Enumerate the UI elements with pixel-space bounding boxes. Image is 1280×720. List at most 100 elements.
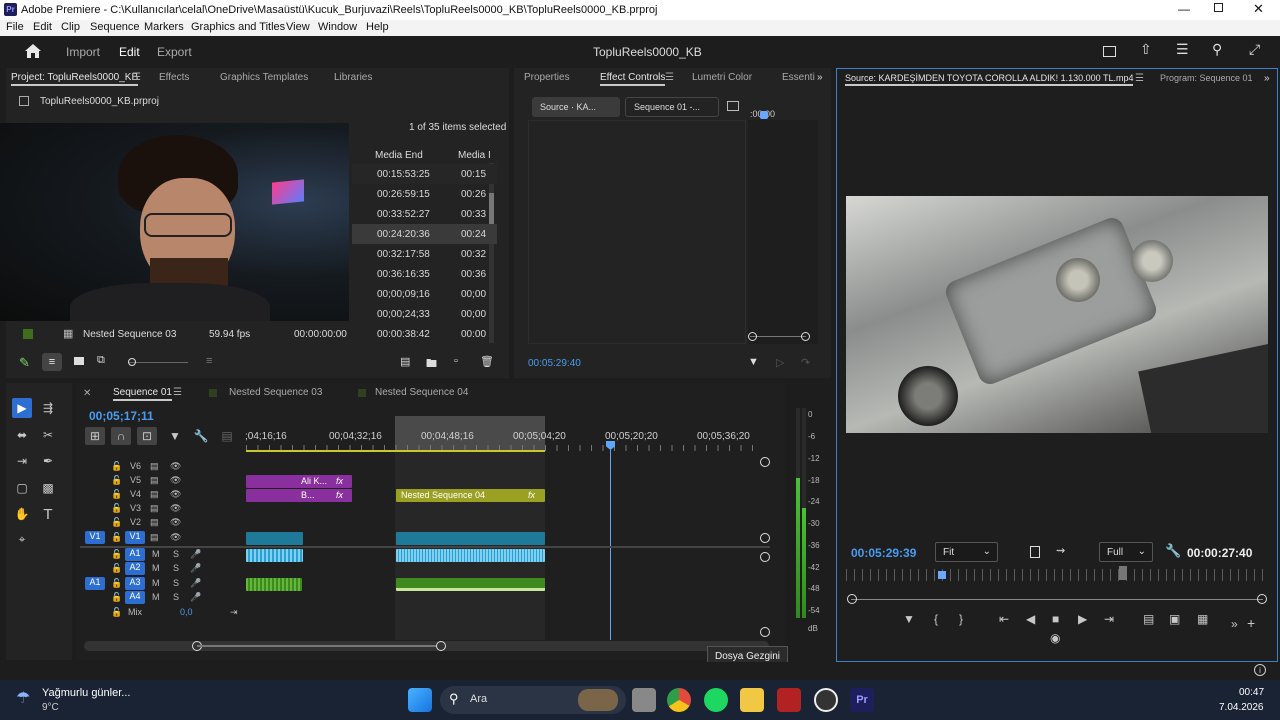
track-v2[interactable]: 🔓 V2 ▤ 👁 (80, 516, 242, 530)
export-frame-icon[interactable]: ↷ (801, 356, 810, 369)
file-explorer-icon[interactable] (740, 688, 764, 712)
clock-date[interactable]: 7.04.2026 (1219, 702, 1264, 713)
solo-button[interactable]: S (173, 592, 179, 602)
vertical-zoom-handle[interactable] (760, 457, 770, 467)
clip-a3-b[interactable] (396, 578, 545, 591)
menu-view[interactable]: View (286, 21, 310, 33)
nest-icon[interactable]: ⊞ (85, 427, 105, 445)
list-item[interactable]: 00;00;24;33 00;00 (352, 304, 497, 324)
obs-icon[interactable] (814, 688, 838, 712)
vertical-zoom-handle[interactable] (760, 627, 770, 637)
settings-icon[interactable]: ☰ (1176, 41, 1189, 58)
tab-export[interactable]: Export (157, 45, 192, 59)
toggle-timeline-icon[interactable] (727, 101, 739, 111)
tab-edit[interactable]: Edit (119, 45, 140, 59)
voicemeeter-icon[interactable] (777, 688, 801, 712)
tab-project[interactable]: Project: TopluReels0000_KB (11, 72, 139, 86)
maximize-icon[interactable] (1214, 3, 1223, 12)
track-select-tool-icon[interactable]: ⇶ (38, 398, 58, 418)
mute-button[interactable]: M (152, 563, 160, 573)
menu-sequence[interactable]: Sequence (90, 21, 140, 33)
spotify-icon[interactable] (704, 688, 728, 712)
track-v3[interactable]: 🔓 V3 ▤ 👁 (80, 502, 242, 516)
menu-help[interactable]: Help (366, 21, 389, 33)
eye-icon[interactable]: 👁 (170, 475, 181, 486)
info-icon[interactable]: i (1254, 664, 1266, 676)
go-to-in-icon[interactable]: ⇤ (999, 612, 1009, 626)
tab-menu-icon[interactable]: ☰ (1135, 73, 1144, 84)
menu-graphics[interactable]: Graphics and Titles (191, 21, 285, 33)
freeform-view-icon[interactable]: ⧉ (97, 354, 105, 367)
new-bin-icon[interactable]: 🖿 (426, 355, 437, 374)
rectangle-tool-icon[interactable]: ▢ (12, 478, 32, 498)
close-icon[interactable]: ✕ (1253, 1, 1264, 17)
zoom-slider[interactable] (128, 358, 188, 366)
more-tabs-icon[interactable]: » (1264, 73, 1270, 84)
stop-icon[interactable]: ■ (1052, 612, 1059, 626)
list-item[interactable]: 00:32:17:58 00:32 (352, 244, 497, 264)
sync-icon[interactable]: ▤ (150, 532, 159, 543)
add-marker-icon[interactable]: ▼ (903, 612, 915, 626)
track-v6[interactable]: 🔓 V6 ▤ 👁 (80, 460, 242, 474)
insert-icon[interactable]: ▤ (1143, 612, 1154, 626)
pen-tool-icon[interactable]: ✒ (38, 451, 58, 471)
captions-icon[interactable]: ▤ (220, 429, 234, 443)
filter-icon[interactable]: ▼ (748, 356, 759, 368)
eye-icon[interactable]: 👁 (170, 461, 181, 472)
fullscreen-icon[interactable]: ⤢ (1249, 41, 1260, 58)
list-item[interactable]: 00:33:52:27 00:33 (352, 204, 497, 224)
menu-clip[interactable]: Clip (61, 21, 80, 33)
go-to-out-icon[interactable]: ⇥ (1104, 612, 1114, 626)
search-icon[interactable]: ⚲ (1212, 41, 1222, 58)
eye-icon[interactable]: 👁 (170, 489, 181, 500)
sequence-clip-button[interactable]: Sequence 01 -... (625, 97, 719, 117)
weather-title[interactable]: Yağmurlu günler... (42, 687, 130, 699)
mic-icon[interactable]: 🎤 (190, 578, 201, 589)
track-mix[interactable]: 🔓 Mix 0,0 ⇥ (80, 606, 242, 620)
mute-button[interactable]: M (152, 578, 160, 588)
solo-button[interactable]: S (173, 578, 179, 588)
tab-nested-sequence-04[interactable]: Nested Sequence 04 (375, 387, 468, 398)
clip-a1-b[interactable] (396, 549, 545, 562)
vertical-zoom-handle[interactable] (760, 552, 770, 562)
clip-nested-sequence-04[interactable]: Nested Sequence 04 fx (396, 489, 545, 502)
lock-icon[interactable]: 🔓 (111, 532, 122, 543)
list-item[interactable]: 00;00;09;16 00;00 (352, 284, 497, 304)
mark-out-icon[interactable]: } (959, 612, 963, 626)
sync-icon[interactable]: ▤ (150, 475, 159, 486)
quality-select[interactable]: Full ⌄ (1099, 542, 1153, 562)
track-a2[interactable]: 🔓 A2 M S 🎤 (80, 562, 242, 576)
menu-markers[interactable]: Markers (144, 21, 184, 33)
track-v5[interactable]: 🔓 V5 ▤ 👁 (80, 474, 242, 488)
sync-icon[interactable]: ▤ (150, 489, 159, 500)
clip-a1-a[interactable] (246, 549, 303, 562)
task-view-icon[interactable] (632, 688, 656, 712)
tab-properties[interactable]: Properties (524, 72, 570, 83)
share-icon[interactable]: ⇧ (1140, 41, 1152, 58)
source-patch-v1[interactable]: V1 (85, 531, 105, 544)
timeline-h-scroll[interactable] (84, 641, 769, 651)
clip-a3-a[interactable] (246, 578, 302, 591)
source-clip-button[interactable]: Source · KA... (532, 97, 620, 117)
source-zoom-bar[interactable] (847, 594, 1267, 604)
track-a1[interactable]: 🔓 A1 M S 🎤 (80, 548, 242, 562)
tab-effects[interactable]: Effects (159, 72, 189, 83)
trash-icon[interactable]: 🗑 (480, 355, 494, 368)
eye-icon[interactable]: 👁 (170, 532, 181, 543)
pencil-icon[interactable]: ✎ (19, 355, 30, 371)
tab-program[interactable]: Program: Sequence 01 (1160, 73, 1253, 83)
overwrite-icon[interactable]: ▣ (1169, 612, 1180, 626)
track-v4[interactable]: 🔓 V4 ▤ 👁 (80, 488, 242, 502)
tab-menu-icon[interactable]: ☰ (665, 72, 674, 83)
icon-view-icon[interactable] (74, 357, 84, 365)
eye-icon[interactable]: 👁 (170, 503, 181, 514)
lock-icon[interactable]: 🔓 (111, 503, 122, 514)
mark-in-icon[interactable]: { (934, 612, 938, 626)
menu-file[interactable]: File (6, 21, 24, 33)
tab-nested-sequence-03[interactable]: Nested Sequence 03 (229, 387, 322, 398)
export-frame-icon[interactable]: ▦ (1197, 612, 1208, 626)
tab-libraries[interactable]: Libraries (334, 72, 372, 83)
hand-tool-icon[interactable]: ✋ (12, 504, 32, 524)
new-item-icon[interactable]: ▫ (454, 355, 458, 367)
mute-button[interactable]: M (152, 549, 160, 559)
